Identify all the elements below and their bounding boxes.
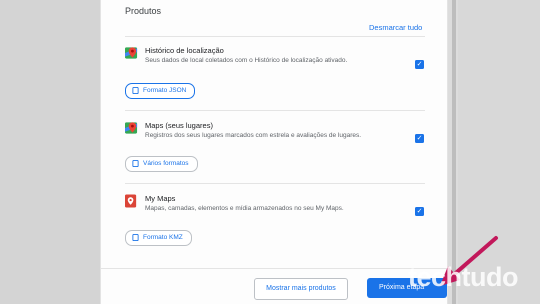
format-label: Formato KMZ [143,234,183,241]
product-description: Registros dos seus lugares marcados com … [145,132,362,139]
maps-pin-icon [125,47,138,59]
product-checkbox[interactable]: ✓ [415,60,424,69]
divider [125,110,425,111]
techtudo-watermark: techtudo [408,262,519,292]
divider [125,183,425,184]
format-button[interactable]: Formato JSON [125,83,196,99]
maps-pin-icon [125,122,138,134]
product-name: My Maps [145,194,176,203]
product-checkbox[interactable]: ✓ [415,207,424,216]
format-label: Vários formatos [143,160,189,167]
product-description: Seus dados de local coletados com o Hist… [145,57,348,64]
section-title: Produtos [125,6,162,16]
product-name: Histórico de localização [145,46,224,55]
deselect-all-link[interactable]: Desmarcar tudo [369,23,422,32]
footer-divider [101,268,447,269]
format-icon [132,234,139,241]
product-checkbox[interactable]: ✓ [415,134,424,143]
left-background [0,0,100,304]
format-label: Formato JSON [143,87,187,94]
show-more-products-button[interactable]: Mostrar mais produtos [254,278,348,300]
divider [125,36,425,37]
product-description: Mapas, camadas, elementos e mídia armaze… [145,205,344,212]
format-button[interactable]: Formato KMZ [125,230,192,246]
format-button[interactable]: Vários formatos [125,156,198,172]
format-icon [132,87,139,94]
product-name: Maps (seus lugares) [145,121,213,130]
my-maps-icon [125,194,137,208]
products-card: Produtos Desmarcar tudo Histórico de loc… [100,0,448,304]
format-icon [132,160,139,167]
